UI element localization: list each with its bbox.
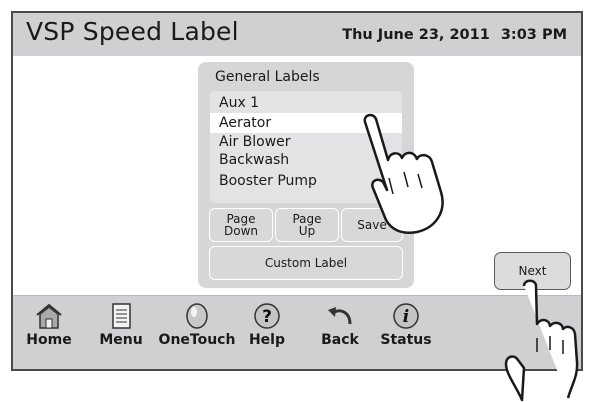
home-icon <box>36 303 62 329</box>
page-down-button[interactable]: Page Down <box>209 208 273 242</box>
bottom-nav-bar: Home Menu OneTouch ? Help Back i Status <box>13 295 581 369</box>
nav-back[interactable]: Back <box>308 302 372 348</box>
title-bar: VSP Speed Label Thu June 23, 2011 3:03 PM <box>13 13 581 56</box>
nav-home-label: Home <box>26 332 72 348</box>
menu-icon <box>112 303 131 329</box>
list-item-air-blower[interactable]: Air Blower <box>210 133 402 151</box>
nav-onetouch[interactable]: OneTouch <box>158 302 236 348</box>
back-icon <box>328 307 352 325</box>
list-item-booster-pump[interactable]: Booster Pump <box>210 171 402 191</box>
nav-help[interactable]: ? Help <box>235 302 299 348</box>
nav-home[interactable]: Home <box>17 302 81 348</box>
page-title: VSP Speed Label <box>26 17 239 46</box>
onetouch-icon <box>186 303 208 329</box>
time-text: 3:03 PM <box>500 27 567 43</box>
custom-label-button[interactable]: Custom Label <box>209 246 403 280</box>
page-up-line2: Up <box>298 224 316 238</box>
general-labels-panel: General Labels Aux 1 Aerator Air Blower … <box>198 62 414 288</box>
nav-status[interactable]: i Status <box>374 302 438 348</box>
date-time: Thu June 23, 2011 3:03 PM <box>331 27 567 43</box>
nav-status-label: Status <box>380 332 432 348</box>
page-down-line2: Down <box>223 224 258 238</box>
page-up-button[interactable]: Page Up <box>275 208 339 242</box>
date-text: Thu June 23, 2011 <box>342 27 490 43</box>
list-item-aerator[interactable]: Aerator <box>210 113 402 133</box>
svg-text:i: i <box>403 307 409 327</box>
list-item-aux-1[interactable]: Aux 1 <box>210 93 402 113</box>
help-icon: ? <box>254 303 280 329</box>
list-item-backwash[interactable]: Backwash <box>210 151 402 169</box>
next-button[interactable]: Next <box>494 252 571 290</box>
svg-text:?: ? <box>262 307 272 327</box>
labels-list: Aux 1 Aerator Air Blower Backwash Booste… <box>210 91 402 203</box>
panel-title: General Labels <box>215 69 320 85</box>
nav-menu[interactable]: Menu <box>89 302 153 348</box>
nav-onetouch-label: OneTouch <box>158 332 236 348</box>
status-icon: i <box>393 303 419 329</box>
nav-menu-label: Menu <box>99 332 143 348</box>
nav-help-label: Help <box>248 332 286 348</box>
nav-back-label: Back <box>321 332 359 348</box>
touchscreen: VSP Speed Label Thu June 23, 2011 3:03 PM… <box>11 11 583 371</box>
save-button[interactable]: Save <box>341 208 403 242</box>
